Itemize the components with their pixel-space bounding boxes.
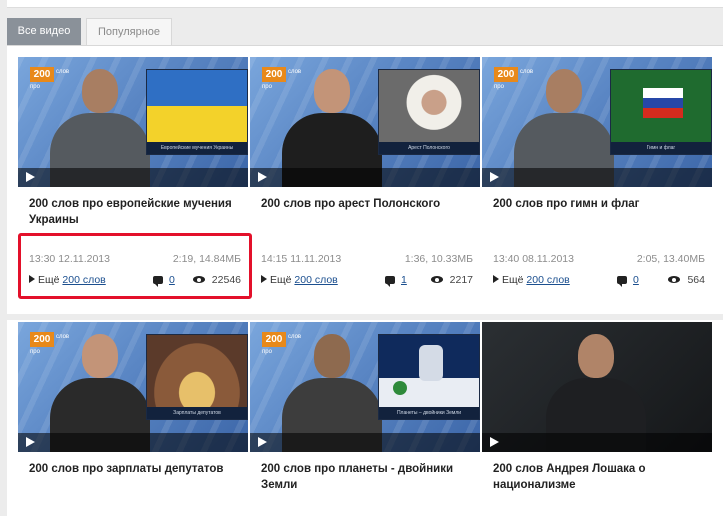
inset-image: Гимн и флаг [610, 69, 712, 155]
logo-sub-label: про [262, 349, 272, 355]
video-title[interactable]: 200 слов про зарплаты депутатов [29, 461, 241, 477]
comments-link[interactable]: 1 [401, 274, 407, 286]
video-duration-size: 2:05, 13.40МБ [636, 253, 705, 265]
top-bar [7, 0, 723, 8]
more-series-link[interactable]: 200 слов [294, 274, 337, 286]
views-value: 2217 [449, 274, 473, 286]
video-date: 13:40 08.11.2013 [493, 253, 574, 265]
inset-caption: Зарплаты депутатов [147, 407, 247, 419]
row-separator [7, 314, 723, 320]
tab-all-videos[interactable]: Все видео [7, 18, 81, 45]
video-title[interactable]: 200 слов про планеты - двойники Земли [261, 461, 473, 493]
comments-count: 1 [385, 274, 407, 287]
comment-icon [617, 276, 627, 287]
inset-image: Арест Полонского [378, 69, 480, 155]
play-icon[interactable] [26, 437, 35, 447]
play-icon[interactable] [258, 437, 267, 447]
play-icon[interactable] [26, 172, 35, 182]
play-icon[interactable] [490, 172, 499, 182]
more-series-link[interactable]: 200 слов [526, 274, 569, 286]
video-thumbnail[interactable]: 200 слов про Арест Полонского [250, 57, 480, 187]
logo-sub-label: про [262, 84, 272, 90]
video-duration-size: 1:36, 10.33МБ [404, 253, 473, 265]
eye-icon [430, 276, 443, 283]
inset-caption: Арест Полонского [379, 142, 479, 154]
inset-image: Зарплаты депутатов [146, 334, 248, 420]
eye-icon [668, 276, 681, 283]
video-thumbnail[interactable]: 200 слов про Гимн и флаг [482, 57, 712, 187]
views-count: 2217 [430, 274, 473, 286]
arrow-right-icon [261, 275, 267, 283]
video-thumbnail[interactable]: 200 слов про Зарплаты депутатов [18, 322, 248, 452]
inset-caption: Гимн и флаг [611, 142, 711, 154]
video-title[interactable]: 200 слов Андрея Лошака о национализме [493, 461, 705, 493]
comment-icon [385, 276, 395, 287]
arrow-right-icon [493, 275, 499, 283]
video-title[interactable]: 200 слов про европейские мучения Украины [29, 196, 241, 228]
comments-count: 0 [617, 274, 639, 287]
inset-image: Планеты – двойники Земли [378, 334, 480, 420]
video-date: 14:15 11.11.2013 [261, 253, 342, 265]
more-link-wrap: Ещё 200 слов [493, 274, 570, 286]
video-thumbnail[interactable] [482, 322, 712, 452]
video-title[interactable]: 200 слов про арест Полонского [261, 196, 473, 212]
inset-caption: Европейские мучения Украины [147, 142, 247, 154]
tab-popular[interactable]: Популярное [86, 18, 172, 45]
inset-image: Европейские мучения Украины [146, 69, 248, 155]
highlight-box [18, 233, 252, 299]
comments-link[interactable]: 0 [633, 274, 639, 286]
more-prefix: Ещё [502, 274, 524, 286]
video-thumbnail[interactable]: 200 слов про Планеты – двойники Земли [250, 322, 480, 452]
play-icon[interactable] [490, 437, 499, 447]
play-icon[interactable] [258, 172, 267, 182]
video-thumbnail[interactable]: 200 слов про Европейские мучения Украины [18, 57, 248, 187]
views-count: 564 [668, 274, 705, 286]
logo-sub-label: про [30, 349, 40, 355]
logo-sub-label: про [494, 84, 504, 90]
more-link-wrap: Ещё 200 слов [261, 274, 338, 286]
video-title[interactable]: 200 слов про гимн и флаг [493, 196, 705, 212]
views-value: 564 [687, 274, 705, 286]
more-prefix: Ещё [270, 274, 292, 286]
inset-caption: Планеты – двойники Земли [379, 407, 479, 419]
logo-sub-label: про [30, 84, 40, 90]
